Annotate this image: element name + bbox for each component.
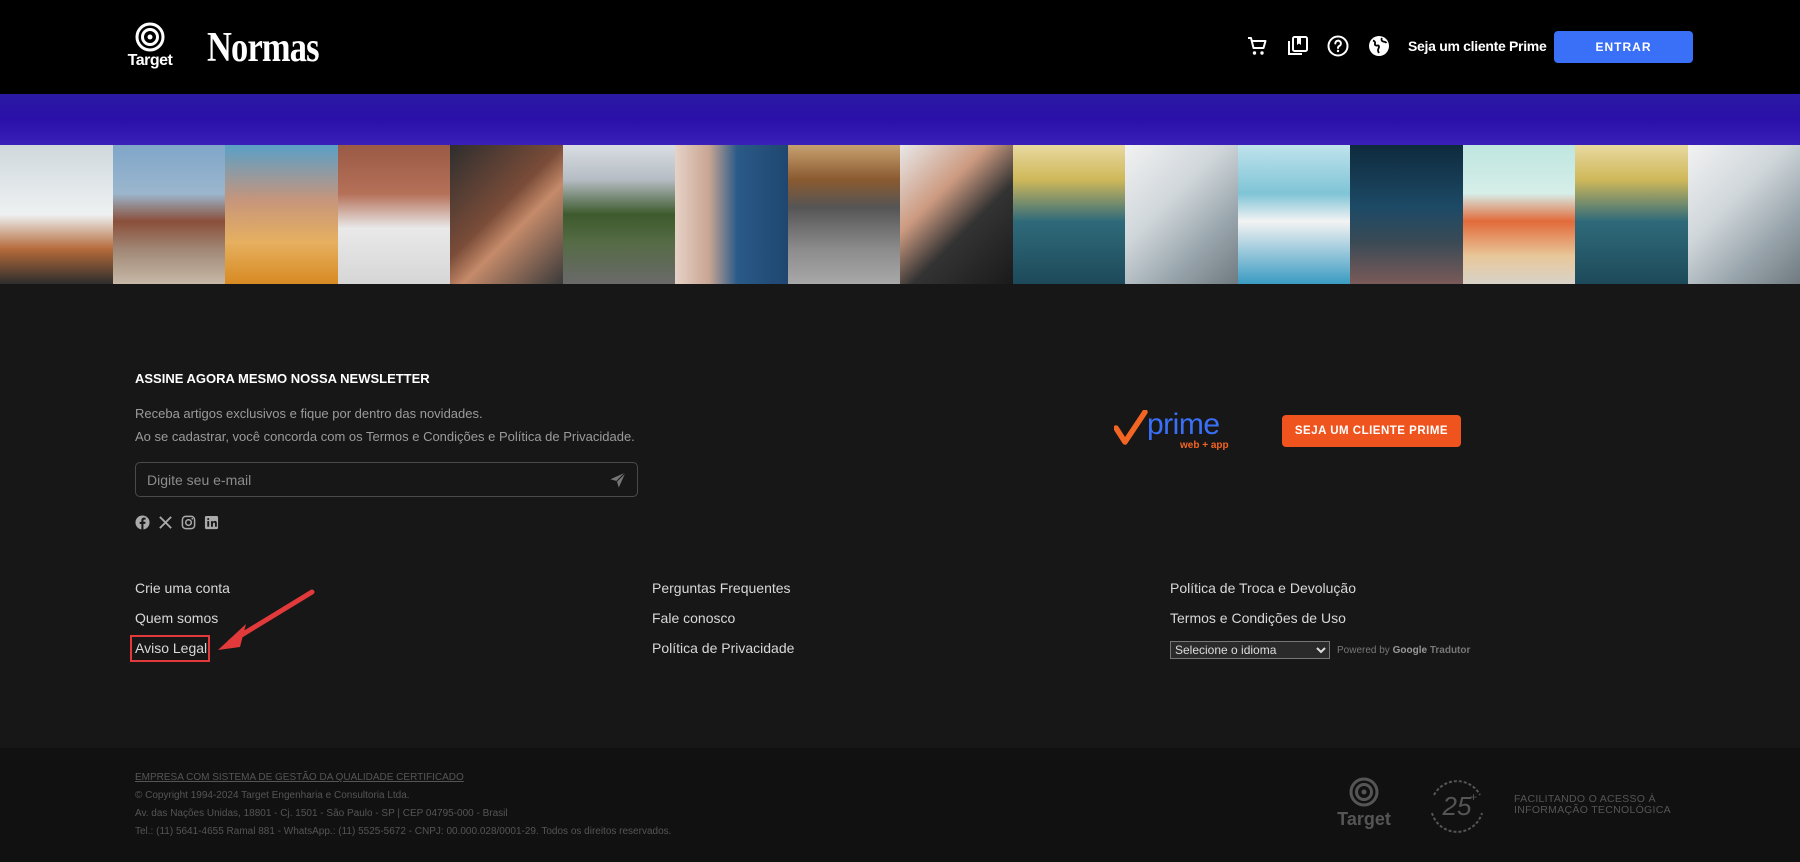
newsletter-email-input[interactable] — [147, 463, 587, 496]
address-text: Av. das Nações Unidas, 18801 - Cj. 1501 … — [135, 808, 508, 819]
google-translate-credit: Powered by Google Tradutor — [1337, 645, 1470, 656]
promo-banner — [0, 94, 1800, 145]
language-select[interactable]: Selecione o idioma — [1170, 641, 1330, 659]
cart-icon[interactable] — [1245, 34, 1269, 58]
translator-link[interactable]: Tradutor — [1430, 645, 1471, 656]
photo-strip — [0, 145, 1800, 284]
photo-tile — [1012, 145, 1125, 284]
photo-tile — [112, 145, 225, 284]
badge-number: 25 — [1442, 791, 1472, 821]
prime-logo-sub: web + app — [1180, 440, 1229, 451]
newsletter-form — [135, 462, 638, 497]
photo-tile — [1687, 145, 1800, 284]
photo-tile — [1350, 145, 1463, 284]
annotation-arrow-icon — [218, 589, 315, 650]
photo-tile — [900, 145, 1013, 284]
library-icon[interactable] — [1286, 34, 1310, 58]
footer-target-text: Target — [1337, 809, 1391, 829]
footer-target-logo: Target — [1334, 777, 1394, 832]
target-logo-text: Target — [127, 52, 173, 69]
quality-cert-link[interactable]: EMPRESA COM SISTEMA DE GESTÃO DA QUALIDA… — [135, 772, 464, 783]
normas-logo[interactable]: Normas — [207, 24, 320, 72]
photo-tile — [675, 145, 788, 284]
globe-icon[interactable] — [1367, 34, 1391, 58]
help-icon[interactable] — [1326, 34, 1350, 58]
google-text: Google — [1392, 645, 1428, 656]
slogan: FACILITANDO O ACESSO À INFORMAÇÃO TECNOL… — [1514, 794, 1671, 816]
faq-link[interactable]: Perguntas Frequentes — [652, 580, 791, 596]
prime-client-link[interactable]: Seja um cliente Prime — [1408, 38, 1547, 54]
linkedin-icon[interactable] — [204, 515, 219, 530]
social-links — [135, 515, 219, 530]
target-logo-icon — [135, 22, 165, 52]
photo-tile — [1462, 145, 1575, 284]
photo-tile — [0, 145, 113, 284]
prime-logo[interactable]: prime web + app — [1114, 408, 1234, 452]
target-logo-icon — [1349, 777, 1379, 807]
photo-tile — [787, 145, 900, 284]
instagram-icon[interactable] — [181, 515, 196, 530]
copyright-text: © Copyright 1994-2024 Target Engenharia … — [135, 790, 410, 801]
facebook-icon[interactable] — [135, 515, 150, 530]
photo-tile — [1237, 145, 1350, 284]
about-us-link[interactable]: Quem somos — [135, 610, 218, 626]
exchange-policy-link[interactable]: Política de Troca e Devolução — [1170, 580, 1356, 596]
contact-link[interactable]: Fale conosco — [652, 610, 735, 626]
photo-tile — [450, 145, 563, 284]
powered-by-text: Powered by — [1337, 645, 1390, 656]
x-icon[interactable] — [158, 515, 173, 530]
terms-link[interactable]: Termos e Condições de Uso — [1170, 610, 1346, 626]
photo-tile — [1575, 145, 1688, 284]
newsletter-terms: Ao se cadastrar, você concorda com os Te… — [135, 429, 635, 444]
newsletter-title: ASSINE AGORA MESMO NOSSA NEWSLETTER — [135, 371, 430, 386]
check-icon — [1114, 410, 1148, 445]
photo-tile — [337, 145, 450, 284]
prime-signup-button[interactable]: SEJA UM CLIENTE PRIME — [1282, 415, 1461, 447]
target-logo[interactable]: Target — [124, 22, 176, 72]
newsletter-description: Receba artigos exclusivos e fique por de… — [135, 406, 483, 421]
privacy-policy-link[interactable]: Política de Privacidade — [652, 640, 794, 656]
anniversary-badge-icon: 25 + — [1431, 780, 1483, 833]
site-header: Target Normas Seja um cliente Prime ENTR… — [0, 0, 1800, 94]
slogan-line-2: INFORMAÇÃO TECNOLÓGICA — [1514, 804, 1671, 816]
photo-tile — [562, 145, 675, 284]
photo-tile — [1125, 145, 1238, 284]
login-button[interactable]: ENTRAR — [1554, 31, 1693, 63]
highlight-box — [130, 635, 210, 662]
photo-tile — [225, 145, 338, 284]
svg-text:+: + — [1470, 790, 1477, 804]
send-icon[interactable] — [609, 471, 627, 489]
contact-text: Tel.: (11) 5641-4655 Ramal 881 - WhatsAp… — [135, 826, 672, 837]
prime-logo-word: prime — [1147, 408, 1220, 441]
